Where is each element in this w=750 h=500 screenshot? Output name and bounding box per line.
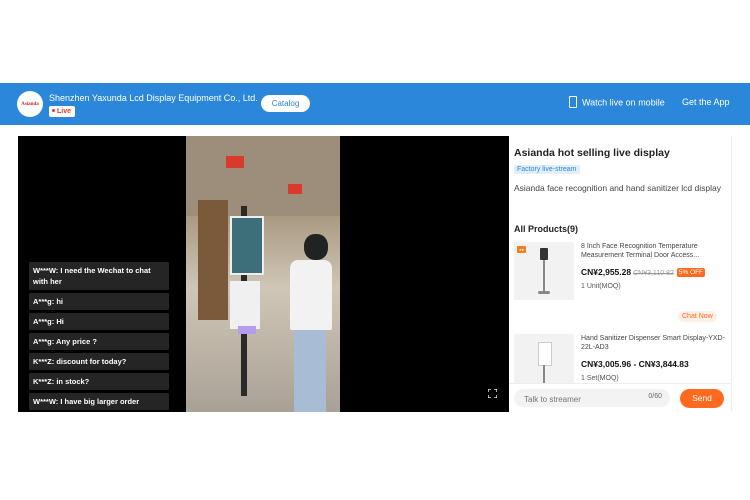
product-name[interactable]: 8 Inch Face Recognition Temperature Meas… — [581, 242, 726, 260]
video-flag — [226, 156, 244, 168]
chat-message: K***Z: discount for today? — [29, 353, 169, 370]
product-name[interactable]: Hand Sanitizer Dispenser Smart Display-Y… — [581, 334, 726, 352]
stream-description: Asianda face recognition and hand saniti… — [514, 183, 721, 193]
get-app-link[interactable]: Get the App — [682, 97, 730, 107]
live-dot-icon — [52, 108, 55, 112]
send-button[interactable]: Send — [680, 389, 724, 408]
video-uv-light — [238, 326, 256, 334]
chat-message: A***g: Any price ? — [29, 333, 169, 350]
watch-on-mobile-label: Watch live on mobile — [582, 97, 665, 108]
product-old-price: CN¥3,110.82 — [633, 270, 674, 277]
chat-message: W***W: I need the Wechat to chat with he… — [29, 262, 169, 290]
product-price-row: CN¥2,955.28 CN¥3,110.82 5% OFF — [581, 262, 726, 280]
product-image-screen — [538, 342, 552, 366]
chat-message: W***W: I have big larger order — [29, 393, 169, 410]
discount-badge: 5% OFF — [676, 268, 706, 277]
product-image-base — [538, 291, 550, 294]
char-counter: 0/60 — [648, 393, 662, 400]
product-panel: Asianda hot selling live display Factory… — [509, 136, 732, 412]
chat-message: K***Z: in stock? — [29, 373, 169, 390]
video-person-body — [290, 260, 332, 330]
company-logo[interactable]: Asianda — [17, 91, 43, 117]
product-price: CN¥3,005.96 - CN¥3,844.83 — [581, 359, 689, 369]
live-chat-list: W***W: I need the Wechat to chat with he… — [29, 262, 169, 412]
product-info: 8 Inch Face Recognition Temperature Meas… — [581, 242, 726, 290]
video-shelf — [198, 200, 228, 320]
chat-input-container: 0/60 — [514, 389, 670, 407]
product-image-pole — [543, 260, 545, 292]
video-flag — [288, 184, 302, 194]
product-info: Hand Sanitizer Dispenser Smart Display-Y… — [581, 334, 726, 382]
top-header: Asianda Shenzhen Yaxunda Lcd Display Equ… — [0, 83, 750, 125]
phone-icon — [569, 96, 577, 108]
watch-on-mobile-link[interactable]: Watch live on mobile — [569, 96, 665, 109]
video-frame — [186, 136, 340, 412]
live-video-player[interactable]: W***W: I need the Wechat to chat with he… — [18, 136, 509, 412]
stream-tag: Factory live-stream — [514, 165, 580, 174]
chat-input[interactable] — [522, 391, 636, 407]
video-dispenser — [230, 281, 260, 329]
live-label: Live — [57, 108, 72, 115]
company-name[interactable]: Shenzhen Yaxunda Lcd Display Equipment C… — [49, 93, 258, 103]
product-card[interactable]: Hand Sanitizer Dispenser Smart Display-Y… — [514, 334, 726, 392]
live-product-badge-icon: ●● — [517, 246, 526, 253]
product-moq: 1 Set(MOQ) — [581, 375, 619, 382]
product-card[interactable]: ●● 8 Inch Face Recognition Temperature M… — [514, 242, 726, 322]
chat-message: A***g: hi — [29, 293, 169, 310]
chat-input-bar: 0/60 Send — [509, 383, 731, 412]
video-kiosk-screen — [230, 216, 264, 275]
video-person-head — [304, 234, 328, 260]
product-price: CN¥2,955.28 — [581, 267, 632, 277]
catalog-button[interactable]: Catalog — [261, 95, 310, 112]
chat-message: A***g: Hi — [29, 313, 169, 330]
product-price-row: CN¥3,005.96 - CN¥3,844.83 — [581, 354, 726, 372]
product-image[interactable]: ●● — [514, 242, 574, 300]
live-badge: Live — [49, 106, 76, 117]
product-image-screen — [540, 248, 548, 260]
chat-now-button[interactable]: Chat Now — [678, 311, 717, 322]
fullscreen-icon[interactable] — [488, 389, 497, 398]
product-image-pole — [543, 365, 545, 385]
product-moq: 1 Unit(MOQ) — [581, 283, 621, 290]
stream-title: Asianda hot selling live display — [514, 147, 670, 159]
logo-text: Asianda — [21, 101, 39, 107]
video-person-legs — [294, 326, 326, 412]
all-products-heading: All Products(9) — [514, 224, 579, 234]
